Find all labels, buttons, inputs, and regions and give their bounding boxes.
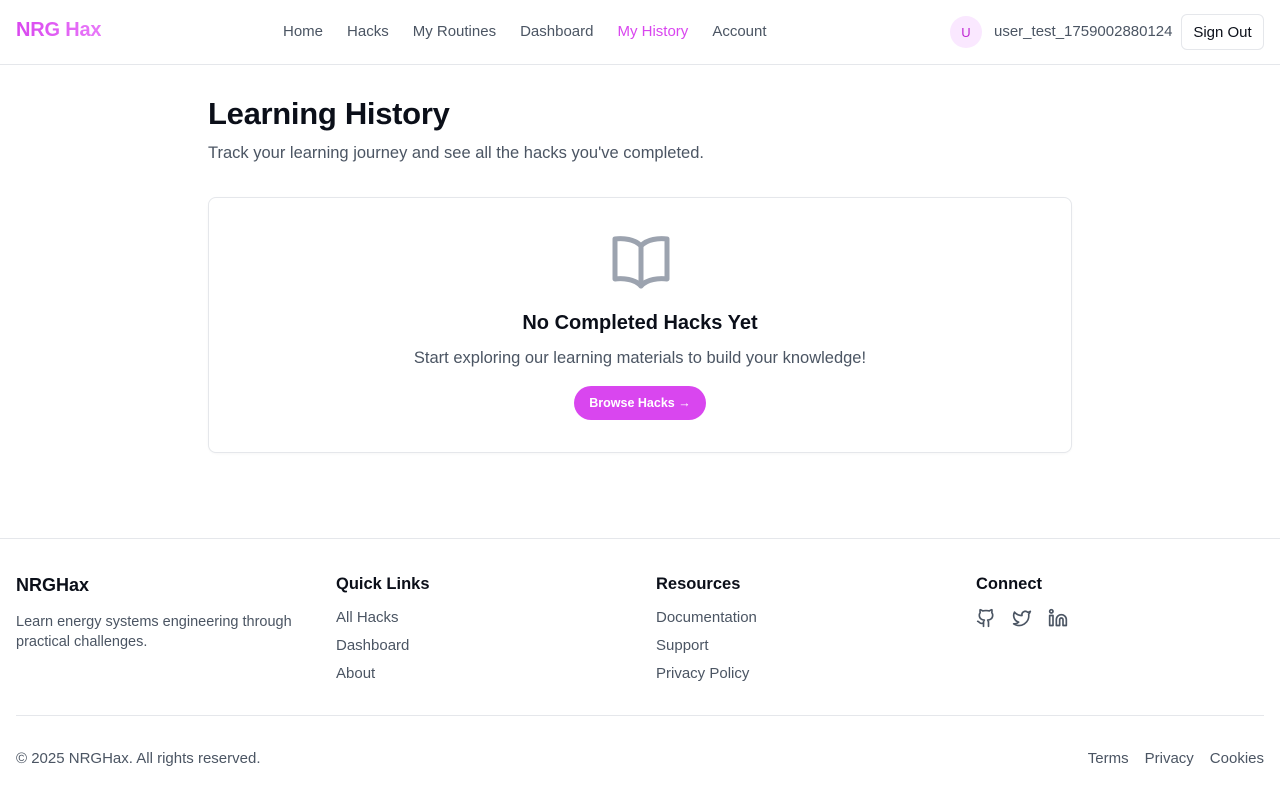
connect-heading: Connect <box>976 575 1042 593</box>
footer-link-terms[interactable]: Terms <box>1088 750 1129 767</box>
twitter-icon[interactable] <box>1012 608 1032 628</box>
footer-brand: NRGHax <box>16 575 90 595</box>
footer-link-cookies[interactable]: Cookies <box>1210 750 1264 767</box>
nav-dashboard[interactable]: Dashboard <box>520 22 593 42</box>
page-title: Learning History <box>208 96 450 131</box>
nav-my-routines[interactable]: My Routines <box>413 22 496 42</box>
empty-state-text: Start exploring our learning materials t… <box>413 349 867 367</box>
footer-connect: Connect <box>976 575 1068 628</box>
page-subtitle: Track your learning journey and see all … <box>208 144 704 162</box>
footer-divider <box>16 715 1264 716</box>
nav-hacks[interactable]: Hacks <box>347 22 389 42</box>
footer-link-dashboard[interactable]: Dashboard <box>336 636 430 656</box>
quick-links-heading: Quick Links <box>336 575 430 593</box>
nav-account[interactable]: Account <box>712 22 766 42</box>
copyright: © 2025 NRGHax. All rights reserved. <box>16 750 261 767</box>
username: user_test_1759002880124 <box>994 23 1173 40</box>
social-links <box>976 608 1068 628</box>
footer-resources: Resources Documentation Support Privacy … <box>656 575 757 692</box>
footer-link-documentation[interactable]: Documentation <box>656 608 757 628</box>
linkedin-icon[interactable] <box>1048 608 1068 628</box>
browse-hacks-button[interactable]: Browse Hacks → <box>574 386 706 420</box>
footer-link-all-hacks[interactable]: All Hacks <box>336 608 430 628</box>
nav-home[interactable]: Home <box>283 22 323 42</box>
footer-link-privacy[interactable]: Privacy <box>1145 750 1194 767</box>
site-footer: NRGHax Learn energy systems engineering … <box>0 538 1280 800</box>
site-logo[interactable]: NRG Hax <box>16 19 101 42</box>
book-open-icon <box>612 236 670 289</box>
footer-link-about[interactable]: About <box>336 664 430 684</box>
github-icon[interactable] <box>976 608 996 628</box>
sign-out-button[interactable]: Sign Out <box>1181 14 1264 50</box>
avatar[interactable]: U <box>950 16 982 48</box>
footer-description: Learn energy systems engineering through… <box>16 614 292 650</box>
main-nav: Home Hacks My Routines Dashboard My Hist… <box>283 22 791 42</box>
footer-quick-links: Quick Links All Hacks Dashboard About <box>336 575 430 692</box>
footer-link-privacy-policy[interactable]: Privacy Policy <box>656 664 757 684</box>
resources-heading: Resources <box>656 575 741 593</box>
empty-state-card: No Completed Hacks Yet Start exploring o… <box>208 197 1072 453</box>
footer-link-support[interactable]: Support <box>656 636 757 656</box>
empty-state-title: No Completed Hacks Yet <box>522 312 758 334</box>
site-header: NRG Hax Home Hacks My Routines Dashboard… <box>0 0 1280 65</box>
nav-my-history[interactable]: My History <box>617 22 688 42</box>
legal-links: Terms Privacy Cookies <box>1088 750 1264 767</box>
